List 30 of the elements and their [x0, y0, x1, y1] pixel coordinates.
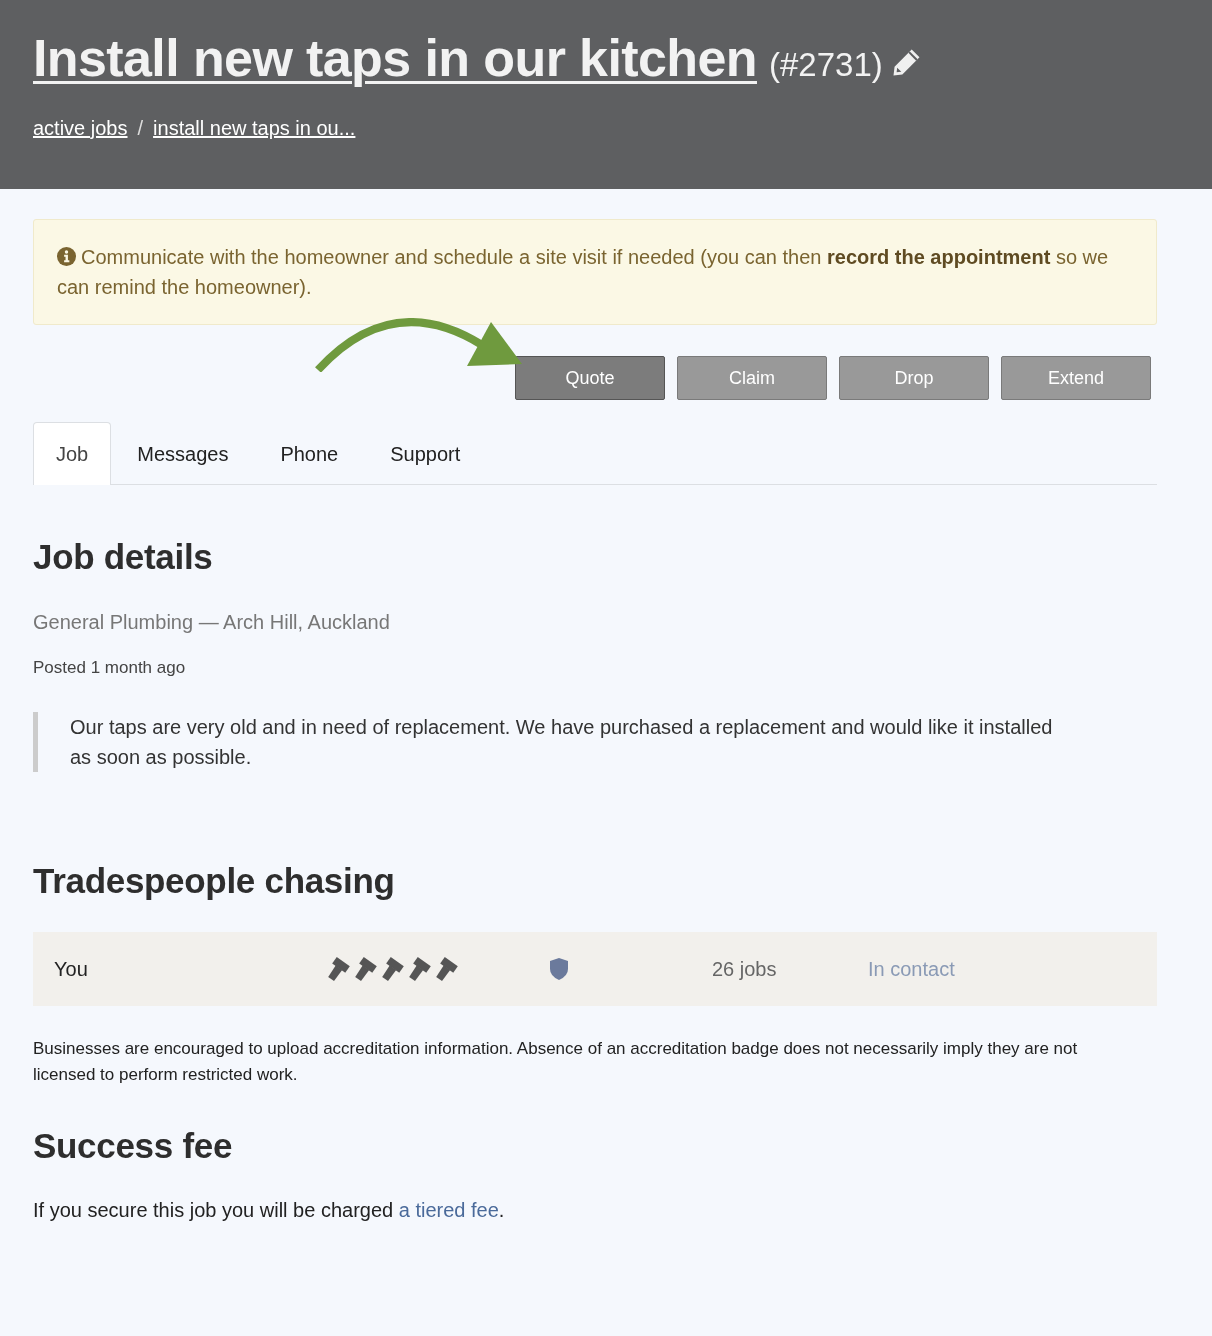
- action-button[interactable]: Quote: [515, 356, 665, 400]
- hammer-icon: [409, 957, 431, 981]
- tradesperson-name: You: [54, 957, 88, 981]
- tab[interactable]: Job: [33, 422, 112, 485]
- tiered-fee-link[interactable]: a tiered fee: [398, 1199, 499, 1221]
- breadcrumb-separator: /: [137, 117, 144, 140]
- section-heading: Job details: [33, 536, 214, 578]
- section-heading: Success fee: [33, 1125, 234, 1167]
- alert-message: Communicate with the homeowner and schedule a site visit if needed (you can then record the appointment so we can remind the homeowner).: [57, 245, 1110, 300]
- breadcrumb-link[interactable]: active jobs: [33, 115, 128, 141]
- posted-time: Posted 1 month ago: [33, 657, 187, 679]
- accreditation-note: Businesses are encouraged to upload accreditation information. Absence of an accreditation badge does not necessarily imply they are not licensed to perform restricted work.: [33, 1038, 1079, 1086]
- job-number: (#2731): [769, 46, 883, 84]
- job-description: Our taps are very old and in need of replacement. We have purchased a replacement and would like it installed as soon as possible.: [33, 712, 1120, 772]
- contact-status: In contact: [868, 957, 955, 981]
- hammer-icon: [382, 957, 404, 981]
- job-count: 26 jobs: [712, 957, 777, 981]
- pencil-icon[interactable]: [892, 48, 920, 76]
- tab[interactable]: Phone: [254, 422, 365, 485]
- tab[interactable]: Messages: [111, 422, 255, 485]
- job-title-link[interactable]: Install new taps in our kitchen: [33, 27, 757, 89]
- hammer-icon: [436, 957, 458, 981]
- job-category-location: General Plumbing — Arch Hill, Auckland: [33, 610, 391, 635]
- section-heading: Tradespeople chasing: [33, 860, 396, 902]
- fee-text: If you secure this job you will be charged a tiered fee.: [33, 1198, 506, 1223]
- breadcrumb-link[interactable]: install new taps in ou...: [153, 115, 356, 141]
- hammer-icon: [355, 957, 377, 981]
- hammer-icon: [328, 957, 350, 981]
- info-icon: [57, 247, 76, 266]
- tab[interactable]: Support: [364, 422, 487, 485]
